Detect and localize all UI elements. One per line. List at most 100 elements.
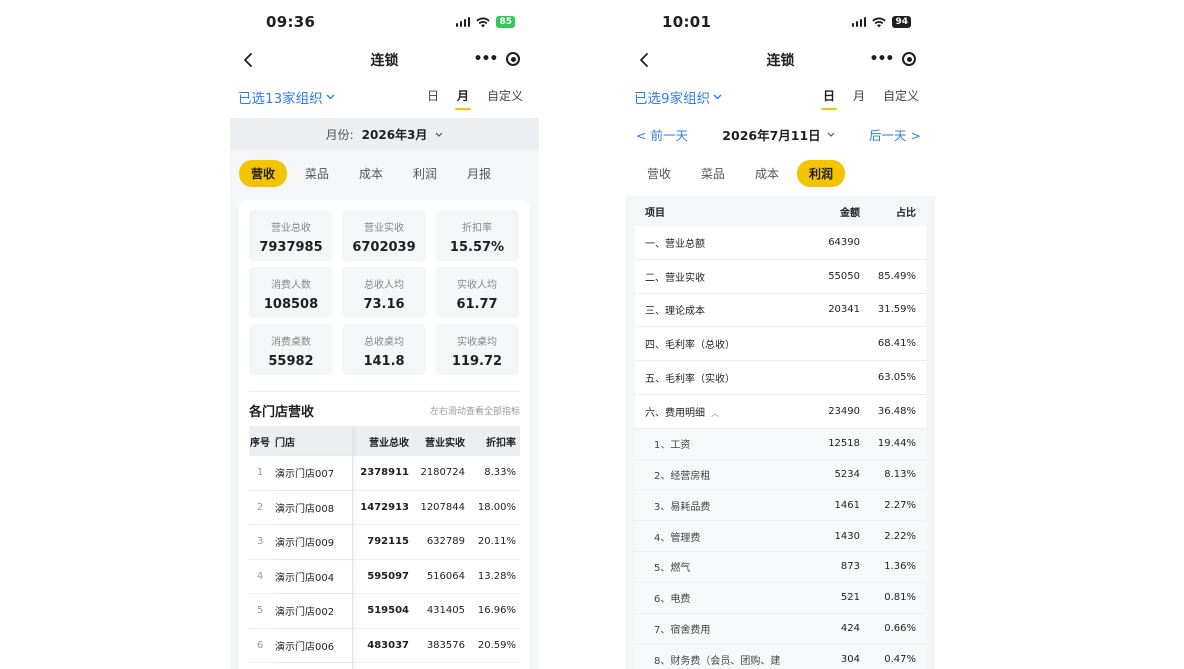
month-picker[interactable]: 月份: 2026年3月 (230, 118, 539, 150)
table-row[interactable]: 4 演示门店004 595097 516064 13.28% (249, 559, 520, 594)
prev-day-button[interactable]: < 前一天 (636, 125, 688, 144)
table-row[interactable]: 2 演示门店008 1472913 1207844 18.00% (249, 490, 520, 525)
row-pct: 63.05% (877, 372, 916, 384)
row-store: 演示门店007 (271, 456, 353, 490)
expense-sub-row: 7、宿舍费用 424 0.66% (635, 613, 926, 645)
row-item: 1、工资 (654, 440, 691, 452)
close-target-icon[interactable] (902, 52, 917, 66)
kpi-label: 总收桌均 (364, 337, 404, 348)
table-row[interactable] (249, 663, 520, 669)
row-store: 演示门店008 (271, 490, 353, 524)
tab-cost[interactable]: 成本 (347, 160, 395, 187)
row-item: 2、经营房租 (654, 470, 711, 482)
more-icon[interactable]: ••• (474, 52, 499, 66)
kpi-label: 实收桌均 (457, 337, 497, 348)
org-select-label: 已选9家组织 (634, 91, 711, 107)
row-pct: 68.41% (877, 338, 916, 350)
kpi-tile: 总收人均 73.16 (342, 267, 426, 318)
tab-revenue[interactable]: 营收 (635, 160, 683, 187)
row-amount: 20341 (828, 304, 860, 316)
battery-icon: 94 (892, 16, 911, 28)
tab-profit[interactable]: 利润 (797, 159, 845, 187)
expense-sub-row: 3、易耗品费 1461 2.27% (635, 490, 926, 522)
tab-month[interactable]: 月 (853, 87, 865, 108)
back-arrow-icon[interactable] (240, 51, 258, 69)
table-row[interactable]: 6 演示门店006 483037 383576 20.59% (249, 628, 520, 663)
row-total: 792115 (367, 536, 409, 548)
tab-custom[interactable]: 自定义 (883, 87, 919, 108)
miniprogram-capsule: ••• (465, 46, 529, 72)
expense-detail-toggle[interactable]: 六、费用明细 ︿ 23490 36.48% (635, 394, 926, 429)
table-row: 三、理论成本 20341 31.59% (635, 293, 926, 328)
chevron-down-icon (713, 94, 722, 100)
tab-day[interactable]: 日 (820, 87, 837, 110)
back-arrow-icon[interactable] (636, 51, 654, 69)
nav-bar: 连锁 ••• (230, 44, 539, 76)
tab-profit[interactable]: 利润 (401, 160, 449, 187)
row-item: 8、财务费（会员、团购、建 (654, 655, 781, 667)
section-header: 各门店营收 左右滑动查看全部指标 (249, 402, 520, 420)
month-label: 月份: (325, 127, 354, 142)
more-icon[interactable]: ••• (870, 52, 895, 66)
row-amount: 1461 (834, 499, 860, 511)
kpi-label: 营业总收 (271, 223, 311, 234)
kpi-value: 119.72 (451, 354, 503, 369)
org-select-label: 已选13家组织 (238, 91, 323, 107)
table-header: 序号 门店 营业总收 营业实收 折扣率 (249, 426, 520, 456)
row-item: 5、燃气 (654, 563, 691, 575)
org-select-dropdown[interactable]: 已选13家组织 (238, 87, 335, 107)
row-index: 6 (256, 639, 264, 651)
kpi-label: 实收人均 (457, 280, 497, 291)
close-target-icon[interactable] (506, 52, 521, 66)
kpi-value: 141.8 (363, 354, 405, 369)
row-total: 2378911 (360, 467, 409, 479)
kpi-tile: 营业总收 7937985 (249, 210, 333, 261)
battery-icon: 85 (496, 16, 515, 28)
tab-dishes[interactable]: 菜品 (293, 160, 341, 187)
chevron-down-icon (827, 132, 835, 137)
row-total: 483037 (367, 639, 409, 651)
row-pct: 85.49% (877, 270, 916, 282)
filter-row: 已选9家组织 日 月 自定义 (626, 76, 935, 118)
row-rate: 8.33% (484, 467, 516, 479)
tab-cost[interactable]: 成本 (743, 160, 791, 187)
kpi-tile: 折扣率 15.57% (435, 210, 519, 261)
row-item: 4、管理费 (654, 532, 701, 544)
tab-month[interactable]: 月 (454, 87, 472, 110)
miniprogram-capsule: ••• (861, 46, 925, 72)
kpi-tile: 消费人数 108508 (249, 267, 333, 318)
tab-dishes[interactable]: 菜品 (689, 160, 737, 187)
row-amount: 55050 (828, 270, 860, 282)
divider (249, 391, 520, 392)
row-rate: 20.59% (477, 639, 516, 651)
row-item: 四、毛利率（总收） (645, 340, 735, 352)
row-total: 595097 (367, 570, 409, 582)
store-revenue-table[interactable]: 序号 门店 营业总收 营业实收 折扣率 1 演示门店007 2378911 21807… (249, 426, 520, 669)
org-select-dropdown[interactable]: 已选9家组织 (634, 87, 722, 107)
tab-monthly-report[interactable]: 月报 (455, 160, 503, 187)
tab-custom[interactable]: 自定义 (487, 87, 523, 108)
row-store: 演示门店006 (271, 628, 353, 662)
next-day-button[interactable]: 后一天 > (869, 125, 921, 144)
table-row[interactable]: 5 演示门店002 519504 431405 16.96% (249, 594, 520, 629)
wifi-icon (476, 17, 491, 27)
tab-revenue[interactable]: 营收 (239, 159, 287, 187)
row-pct: 8.13% (884, 468, 916, 480)
date-navigator: < 前一天 2026年7月11日 后一天 > (626, 118, 935, 150)
table-row[interactable]: 3 演示门店009 792115 632789 20.11% (249, 525, 520, 560)
category-tabs: 营收 菜品 成本 利润 (626, 150, 935, 196)
kpi-tile: 实收桌均 119.72 (435, 324, 519, 375)
chevron-up-icon: ︿ (711, 408, 719, 418)
expense-sub-row: 4、管理费 1430 2.22% (635, 521, 926, 552)
kpi-value: 6702039 (352, 240, 416, 255)
kpi-grid: 营业总收 7937985 营业实收 6702039 折扣率 15.57% 消费人数 10… (249, 210, 520, 375)
tab-day[interactable]: 日 (427, 87, 439, 108)
table-row[interactable]: 1 演示门店007 2378911 2180724 8.33% (249, 456, 520, 491)
row-item: 二、营业实收 (645, 272, 705, 284)
page-title: 连锁 (766, 53, 795, 69)
kpi-label: 折扣率 (462, 223, 492, 234)
right-phone-screen: 10:01 94 连锁 ••• 已选9家组织 日 月 自定义 < 前一天 202… (626, 0, 935, 669)
col-header-item: 项目 (645, 207, 665, 219)
signal-icon (851, 17, 867, 27)
date-picker[interactable]: 2026年7月11日 (722, 125, 835, 144)
